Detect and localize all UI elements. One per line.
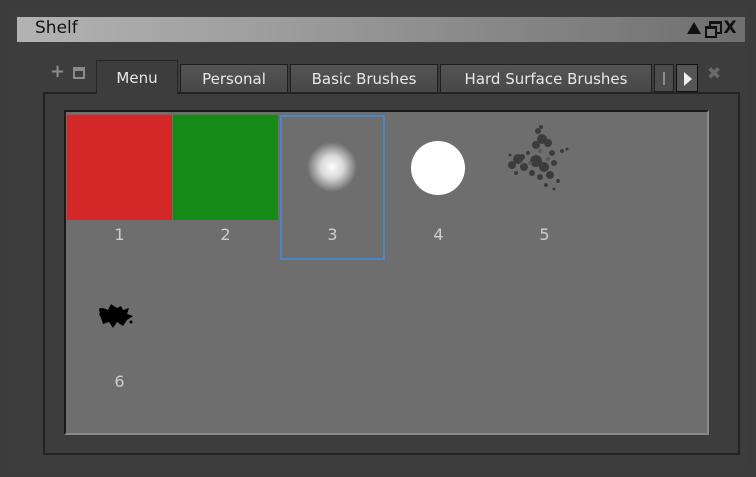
red-swatch (67, 115, 172, 220)
add-tab-icon[interactable]: + (50, 63, 65, 81)
tab-basic-brushes[interactable]: Basic Brushes (290, 64, 438, 92)
shelf-item-label: 1 (114, 225, 125, 244)
shelf-area: 1 2 3 4 5 6 (64, 110, 709, 435)
shelf-item-2[interactable]: 2 (173, 115, 278, 260)
shelf-item-1[interactable]: 1 (67, 115, 172, 260)
green-swatch (173, 115, 278, 220)
shelf-item-label: 5 (539, 225, 550, 244)
shelf-item-5[interactable]: 5 (492, 115, 597, 260)
shelf-item-label: 2 (220, 225, 231, 244)
shelf-item-label: 4 (433, 225, 444, 244)
window-controls: X (687, 20, 737, 38)
shelf-item-label: 3 (327, 225, 338, 244)
splatter-brush-icon (508, 125, 569, 191)
shelf-item-6[interactable]: 6 (67, 262, 172, 407)
scroll-tabs-right-icon[interactable] (676, 64, 698, 92)
shelf-item-label: 6 (114, 372, 125, 391)
tab-menu[interactable]: Menu (96, 60, 178, 94)
tab-hard-surface-brushes[interactable]: Hard Surface Brushes (440, 64, 652, 92)
float-up-icon[interactable] (687, 21, 701, 35)
shelf-item-3[interactable]: 3 (280, 115, 385, 260)
tab-personal[interactable]: Personal (180, 64, 288, 92)
shelf-item-4[interactable]: 4 (386, 115, 491, 260)
tab-overflow[interactable] (654, 64, 674, 92)
close-tab-icon[interactable]: ✖ (707, 64, 721, 84)
close-window-icon[interactable]: X (723, 20, 737, 37)
soft-brush-icon (307, 142, 357, 192)
dock-icon[interactable] (73, 67, 86, 79)
hard-round-brush-icon (411, 141, 465, 195)
window-title: Shelf (35, 18, 78, 38)
restore-icon[interactable] (705, 21, 722, 38)
title-bar[interactable]: Shelf X (17, 17, 745, 42)
ink-blot-brush-icon (99, 304, 133, 328)
tab-tools: + (50, 63, 86, 81)
tab-bar: Menu Personal Basic Brushes Hard Surface… (96, 60, 698, 94)
